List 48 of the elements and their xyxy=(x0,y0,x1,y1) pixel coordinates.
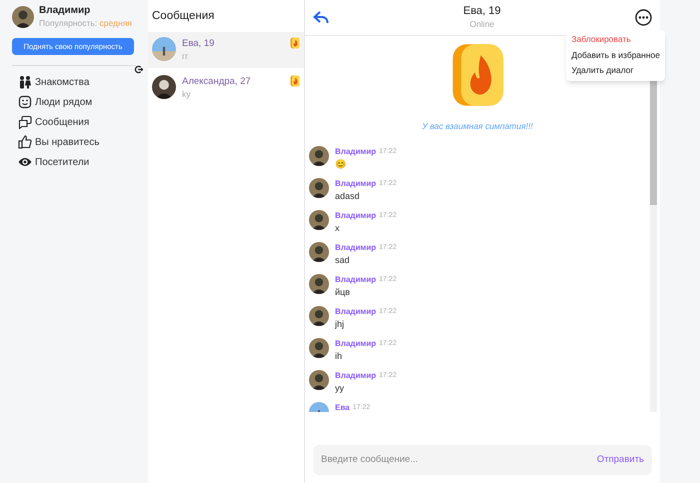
thumbs-up-icon xyxy=(18,135,32,149)
message-text: yy xyxy=(335,382,345,394)
back-arrow-icon[interactable] xyxy=(313,11,329,24)
popularity-text: Популярность: средняя xyxy=(39,17,132,29)
smile-icon xyxy=(18,95,32,109)
flame-badge-icon xyxy=(290,75,300,87)
menu-item[interactable]: Удалить диалог xyxy=(566,63,665,78)
logout-icon[interactable] xyxy=(134,65,143,74)
message-input-field[interactable]: Введите сообщение... Отправить xyxy=(313,445,652,475)
flame-badge-icon xyxy=(290,37,300,49)
message-author: Владимир xyxy=(335,370,376,382)
more-options-icon[interactable] xyxy=(635,9,652,26)
conversation-preview: гг xyxy=(182,50,190,63)
message-author: Владимир xyxy=(335,242,376,254)
message-text: x xyxy=(335,222,340,234)
menu-item[interactable]: Заблокировать xyxy=(566,32,665,48)
message-author: Владимир xyxy=(335,338,376,350)
nav-item[interactable]: Вы нравитесь xyxy=(12,132,136,152)
conversation-preview: ky xyxy=(182,88,192,101)
nav-item[interactable]: Сообщения xyxy=(12,112,136,132)
conversation-item[interactable]: Ева, 19 гг xyxy=(148,32,304,68)
menu-item[interactable]: Добавить в избранное xyxy=(566,48,665,63)
message-author: Владимир xyxy=(335,146,376,158)
message-author: Ева xyxy=(335,402,350,412)
conversation-name: Ева, 19 xyxy=(182,37,216,50)
mutual-match-text: У вас взаимная симпатия!!! xyxy=(421,120,534,133)
user-name: Владимир xyxy=(39,5,92,17)
message-author: Владимир xyxy=(335,306,376,318)
message-text: 😊 xyxy=(335,158,347,170)
message-text: adasd xyxy=(335,190,361,202)
people-icon xyxy=(18,75,32,89)
nav-item[interactable]: Посетители xyxy=(12,152,136,172)
message-text: йцв xyxy=(335,286,351,298)
message-text: jhj xyxy=(335,318,346,330)
message-text: sad xyxy=(335,254,351,266)
message-text: ih xyxy=(335,350,344,362)
message-author: Владимир xyxy=(335,210,376,222)
chat-icon xyxy=(18,115,32,129)
eye-icon xyxy=(18,155,32,169)
online-status: Online xyxy=(470,18,494,30)
chat-title: Ева, 19 xyxy=(463,4,501,18)
nav-item[interactable]: Люди рядом xyxy=(12,92,136,112)
send-button[interactable]: Отправить xyxy=(596,452,644,468)
conversation-name: Александра, 27 xyxy=(182,75,252,88)
message-author: Владимир xyxy=(335,274,376,286)
message-author: Владимир xyxy=(335,178,376,190)
conversations-title: Сообщения xyxy=(151,9,216,24)
nav-item[interactable]: Знакомства xyxy=(12,72,136,92)
